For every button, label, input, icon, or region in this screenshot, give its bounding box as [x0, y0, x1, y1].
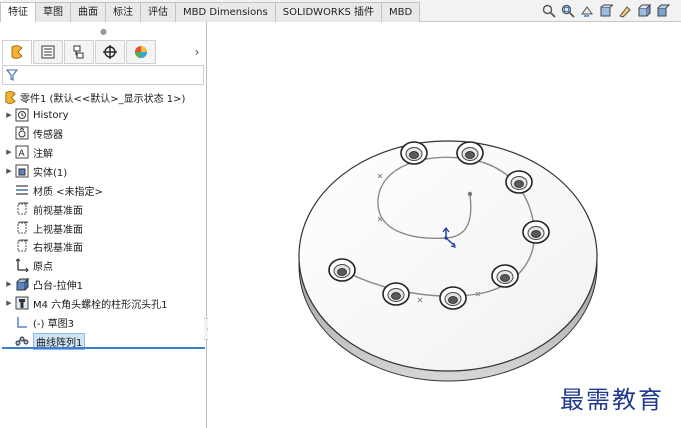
sketch-icon — [14, 314, 30, 330]
annotation-icon: A — [14, 144, 30, 160]
tree-item-hole-wizard[interactable]: ▶ M4 六角头螺栓的柱形沉头孔1 — [4, 294, 168, 312]
tree-item-sketch3[interactable]: (-) 草图3 — [4, 313, 74, 331]
feature-manager-panel: ● › 零件1 (默认<<默认>_显示状态 1>) ▶ History 传感器 … — [0, 22, 207, 428]
heads-up-view-toolbar — [541, 3, 671, 19]
panel-tabs-more-chevron-icon[interactable]: › — [190, 40, 204, 64]
counterbore-hole — [522, 220, 550, 244]
tree-item-boss-extrude[interactable]: ▶ 凸台-拉伸1 — [4, 275, 83, 293]
tab-markup[interactable]: 标注 — [105, 2, 141, 22]
configuration-manager-icon — [73, 45, 84, 59]
zoom-area-icon[interactable] — [560, 3, 576, 19]
tree-item-origin[interactable]: 原点 — [4, 256, 53, 274]
feature-manager-tab[interactable] — [2, 40, 32, 64]
tab-evaluate[interactable]: 评估 — [140, 2, 176, 22]
section-view-icon[interactable] — [598, 3, 614, 19]
rollback-bar[interactable] — [2, 347, 205, 349]
tree-item-history[interactable]: ▶ History — [4, 106, 69, 124]
previous-view-icon[interactable] — [579, 3, 595, 19]
boss-extrude-icon — [14, 276, 30, 292]
tree-item-solid-bodies[interactable]: ▶ 实体(1) — [4, 162, 67, 180]
counterbore-hole — [491, 264, 519, 288]
property-manager-tab[interactable] — [33, 40, 63, 64]
tree-item-annotations[interactable]: ▶ A 注解 — [4, 143, 53, 161]
counterbore-hole — [505, 170, 533, 194]
expand-arrow-icon[interactable]: ▶ — [4, 148, 14, 156]
expand-arrow-icon[interactable]: ▶ — [4, 299, 14, 307]
disc-top-face — [298, 140, 598, 372]
configuration-manager-tab[interactable] — [64, 40, 94, 64]
zoom-to-fit-icon[interactable] — [541, 3, 557, 19]
tree-item-sensors[interactable]: 传感器 — [4, 124, 63, 142]
history-icon — [14, 107, 30, 123]
tab-surfaces[interactable]: 曲面 — [70, 2, 106, 22]
display-style-icon[interactable] — [655, 3, 671, 19]
dynamic-annotation-icon[interactable] — [617, 3, 633, 19]
feature-manager-icon — [11, 45, 23, 59]
display-manager-tab[interactable] — [126, 40, 156, 64]
svg-text:A: A — [19, 149, 26, 159]
view-orientation-icon[interactable] — [636, 3, 652, 19]
tab-features[interactable]: 特征 — [0, 2, 36, 23]
spiral-end-point — [467, 191, 473, 197]
tree-item-front-plane[interactable]: 前视基准面 — [4, 200, 83, 218]
part-root-node[interactable]: 零件1 (默认<<默认>_显示状态 1>) — [2, 88, 185, 106]
part-model-view[interactable] — [208, 22, 681, 428]
graphics-viewport[interactable] — [208, 22, 681, 428]
expand-arrow-icon[interactable]: ▶ — [4, 111, 14, 119]
tab-sketch[interactable]: 草图 — [35, 2, 71, 22]
plane-icon — [14, 201, 30, 217]
command-tabs: 特征 草图 曲面 标注 评估 MBD Dimensions SOLIDWORKS… — [0, 2, 421, 23]
panel-splitter[interactable]: ● — [0, 22, 207, 40]
expand-arrow-icon[interactable]: ▶ — [4, 167, 14, 175]
counterbore-hole — [328, 258, 356, 282]
tab-solidworks-addins[interactable]: SOLIDWORKS 插件 — [274, 2, 382, 22]
display-manager-icon — [135, 46, 147, 58]
counterbore-hole — [382, 282, 410, 306]
dimxpert-manager-icon — [103, 45, 117, 59]
plane-icon — [14, 238, 30, 254]
dimxpert-manager-tab[interactable] — [95, 40, 125, 64]
tab-mbd[interactable]: MBD — [380, 2, 421, 22]
tree-item-right-plane[interactable]: 右视基准面 — [4, 237, 83, 255]
counterbore-hole — [400, 141, 428, 165]
tree-filter-bar[interactable] — [2, 65, 204, 85]
counterbore-hole — [456, 141, 484, 165]
plane-icon — [14, 220, 30, 236]
filter-icon — [6, 69, 18, 81]
property-manager-icon — [41, 45, 55, 59]
tab-mbd-dimensions[interactable]: MBD Dimensions — [175, 2, 276, 22]
watermark-text: 最需教育 — [560, 386, 664, 414]
tree-item-top-plane[interactable]: 上视基准面 — [4, 219, 83, 237]
counterbore-hole — [439, 286, 467, 310]
part-icon — [2, 89, 18, 105]
panel-tabs — [2, 40, 156, 64]
tree-item-material[interactable]: 材质 <未指定> — [4, 181, 103, 199]
hole-wizard-icon — [14, 295, 30, 311]
origin-icon — [14, 257, 30, 273]
expand-arrow-icon[interactable]: ▶ — [4, 280, 14, 288]
material-icon — [14, 182, 30, 198]
part-root-label: 零件1 (默认<<默认>_显示状态 1>) — [20, 93, 186, 105]
sensor-icon — [14, 125, 30, 141]
command-manager-tabbar: 特征 草图 曲面 标注 评估 MBD Dimensions SOLIDWORKS… — [0, 0, 681, 23]
solid-body-icon — [14, 163, 30, 179]
